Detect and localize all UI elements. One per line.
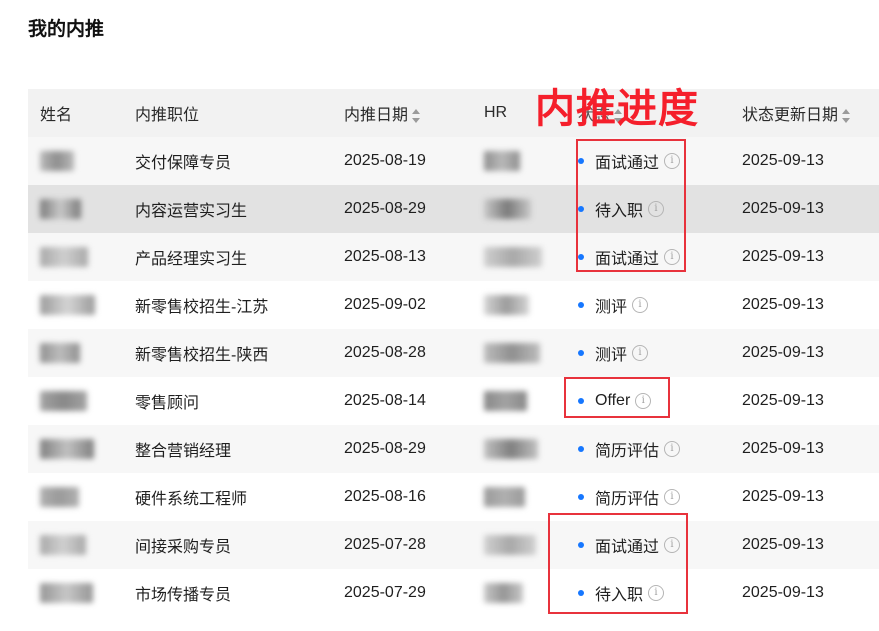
position-cell: 新零售校招生-陕西	[135, 347, 269, 364]
position-cell: 交付保障专员	[135, 155, 232, 172]
referral-date-cell: 2025-08-14	[344, 392, 426, 409]
info-icon[interactable]: i	[664, 441, 681, 457]
candidate-name-redacted	[40, 343, 80, 363]
hr-redacted	[484, 247, 542, 267]
hr-redacted	[484, 151, 520, 171]
hr-redacted	[484, 535, 536, 555]
table-row[interactable]: 市场传播专员 2025-07-29 待入职 i 2025-09-13	[28, 569, 879, 617]
referral-date-cell: 2025-08-16	[344, 488, 426, 505]
hr-redacted	[484, 439, 538, 459]
referral-date-cell: 2025-07-28	[344, 536, 426, 553]
info-icon[interactable]: i	[632, 297, 649, 313]
status-updated-cell: 2025-09-13	[742, 296, 824, 313]
status-updated-cell: 2025-09-13	[742, 152, 824, 169]
position-cell: 零售顾问	[135, 395, 200, 412]
info-icon[interactable]: i	[664, 489, 681, 505]
sort-icon[interactable]	[842, 108, 851, 123]
status-label: 简历评估	[595, 443, 660, 460]
status-updated-cell: 2025-09-13	[742, 248, 824, 265]
status-dot-icon	[578, 494, 584, 500]
position-cell: 产品经理实习生	[135, 251, 248, 268]
status-dot-icon	[578, 302, 584, 308]
status-updated-cell: 2025-09-13	[742, 200, 824, 217]
hr-redacted	[484, 487, 525, 507]
candidate-name-redacted	[40, 199, 81, 219]
info-icon[interactable]: i	[632, 345, 649, 361]
candidate-name-redacted	[40, 295, 95, 315]
referral-table: 姓名 内推职位 内推日期 HR 状态 状态更新日期 交付保障专员 2025-08…	[28, 89, 879, 617]
table-row[interactable]: 零售顾问 2025-08-14 Offer i 2025-09-13	[28, 377, 879, 425]
position-cell: 新零售校招生-江苏	[135, 299, 269, 316]
hr-redacted	[484, 583, 523, 603]
status-updated-cell: 2025-09-13	[742, 584, 824, 601]
table-row[interactable]: 内容运营实习生 2025-08-29 待入职 i 2025-09-13	[28, 185, 879, 233]
header-name: 姓名	[40, 107, 73, 124]
status-label: 测评	[595, 347, 628, 364]
header-status-updated[interactable]: 状态更新日期	[742, 101, 851, 125]
header-status-updated-label: 状态更新日期	[742, 107, 839, 124]
status-dot-icon	[578, 446, 584, 452]
position-cell: 硬件系统工程师	[135, 491, 248, 508]
referral-date-cell: 2025-08-28	[344, 344, 426, 361]
page-title: 我的内推	[28, 19, 105, 40]
table-row[interactable]: 新零售校招生-江苏 2025-09-02 测评 i 2025-09-13	[28, 281, 879, 329]
status-updated-cell: 2025-09-13	[742, 488, 824, 505]
table-row[interactable]: 交付保障专员 2025-08-19 面试通过 i 2025-09-13	[28, 137, 879, 185]
position-cell: 市场传播专员	[135, 587, 232, 604]
highlight-box-2	[564, 377, 670, 418]
referral-date-cell: 2025-08-29	[344, 440, 426, 457]
referral-date-cell: 2025-09-02	[344, 296, 426, 313]
position-cell: 整合营销经理	[135, 443, 232, 460]
table-row[interactable]: 新零售校招生-陕西 2025-08-28 测评 i 2025-09-13	[28, 329, 879, 377]
candidate-name-redacted	[40, 583, 93, 603]
table-row[interactable]: 整合营销经理 2025-08-29 简历评估 i 2025-09-13	[28, 425, 879, 473]
candidate-name-redacted	[40, 151, 74, 171]
referral-date-cell: 2025-08-19	[344, 152, 426, 169]
hr-redacted	[484, 199, 531, 219]
hr-redacted	[484, 391, 527, 411]
status-cell: 简历评估 i	[578, 485, 681, 509]
table-row[interactable]: 硬件系统工程师 2025-08-16 简历评估 i 2025-09-13	[28, 473, 879, 521]
status-cell: 测评 i	[578, 341, 649, 365]
candidate-name-redacted	[40, 535, 86, 555]
highlight-box-3	[548, 513, 688, 614]
annotation-title: 内推进度	[535, 87, 699, 131]
header-hr: HR	[484, 104, 508, 121]
status-updated-cell: 2025-09-13	[742, 392, 824, 409]
candidate-name-redacted	[40, 487, 79, 507]
sort-icon[interactable]	[412, 108, 421, 123]
table-row[interactable]: 间接采购专员 2025-07-28 面试通过 i 2025-09-13	[28, 521, 879, 569]
hr-redacted	[484, 295, 529, 315]
status-label: 简历评估	[595, 491, 660, 508]
candidate-name-redacted	[40, 391, 87, 411]
table-row[interactable]: 产品经理实习生 2025-08-13 面试通过 i 2025-09-13	[28, 233, 879, 281]
position-cell: 间接采购专员	[135, 539, 232, 556]
position-cell: 内容运营实习生	[135, 203, 248, 220]
hr-redacted	[484, 343, 540, 363]
table-header: 姓名 内推职位 内推日期 HR 状态 状态更新日期	[28, 89, 879, 137]
status-label: 测评	[595, 299, 628, 316]
status-updated-cell: 2025-09-13	[742, 344, 824, 361]
referral-date-cell: 2025-08-13	[344, 248, 426, 265]
candidate-name-redacted	[40, 439, 94, 459]
referral-date-cell: 2025-07-29	[344, 584, 426, 601]
status-cell: 测评 i	[578, 293, 649, 317]
status-updated-cell: 2025-09-13	[742, 440, 824, 457]
referral-date-cell: 2025-08-29	[344, 200, 426, 217]
status-cell: 简历评估 i	[578, 437, 681, 461]
candidate-name-redacted	[40, 247, 88, 267]
header-position: 内推职位	[135, 107, 200, 124]
highlight-box-1	[576, 139, 686, 272]
header-referral-date-label: 内推日期	[344, 107, 409, 124]
status-dot-icon	[578, 350, 584, 356]
header-referral-date[interactable]: 内推日期	[344, 101, 421, 125]
status-updated-cell: 2025-09-13	[742, 536, 824, 553]
